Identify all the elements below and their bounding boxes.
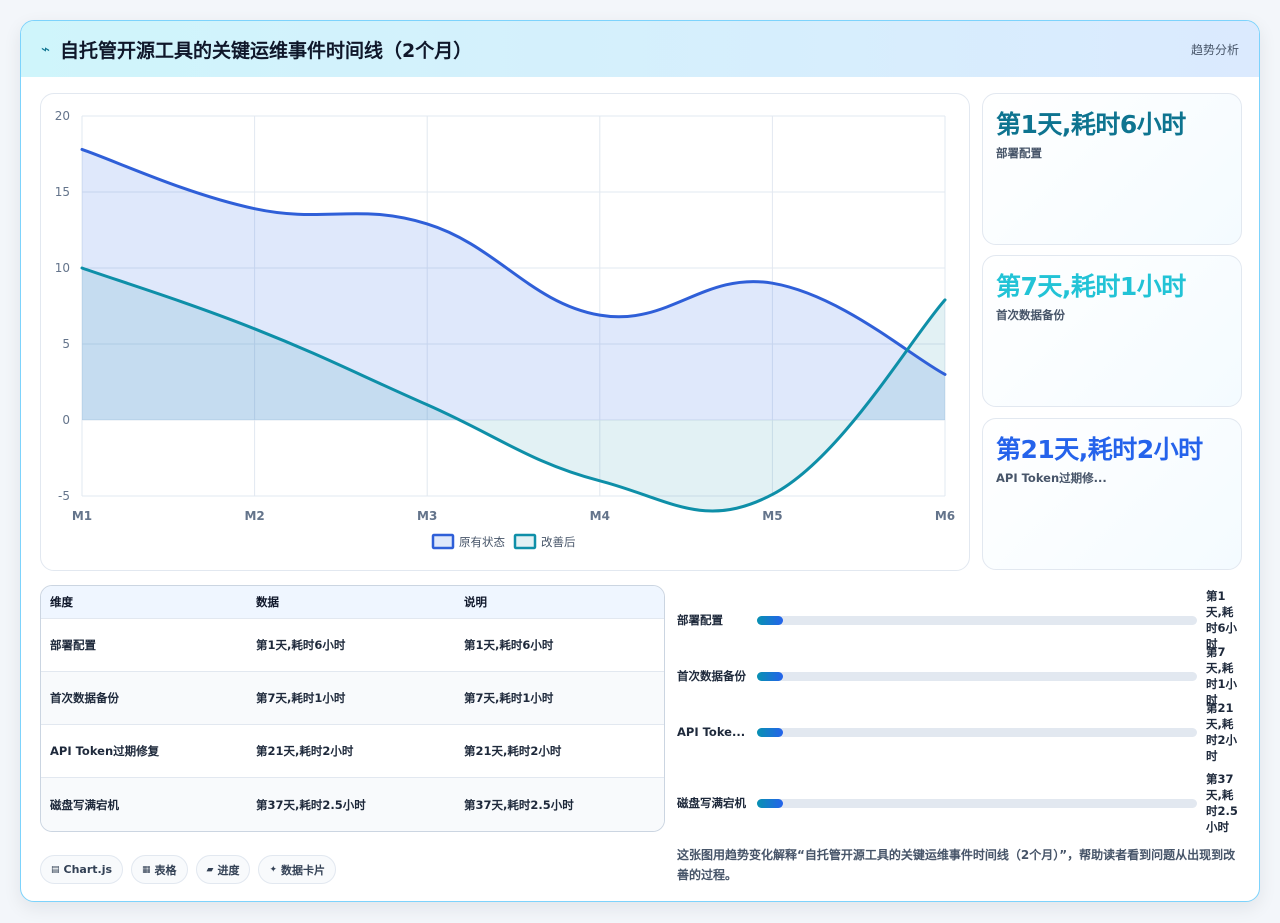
x-tick-label: M1 — [72, 509, 92, 523]
legend-swatch — [513, 533, 537, 550]
legend-label: 原有状态 — [459, 535, 505, 549]
sparkle-icon: ✦ — [269, 864, 278, 875]
progress-row: 首次数据备份 第7天,耗时1小时 — [677, 644, 1243, 708]
progress-row: API Toke... 第21天,耗时2小时 — [677, 700, 1243, 764]
x-tick-label: M3 — [417, 509, 437, 523]
legend-swatch — [431, 533, 455, 550]
table-cell: 第1天,耗时6小时 — [464, 638, 554, 652]
progress-track — [757, 798, 1197, 808]
table-row: 首次数据备份 第7天,耗时1小时 第7天,耗时1小时 — [41, 672, 664, 725]
progress-value: 第7天,耗时1小时 — [1206, 645, 1238, 707]
tag-table[interactable]: ▦ 表格 — [131, 855, 188, 884]
progress-label: 磁盘写满宕机 — [677, 796, 746, 810]
table-cell: 第21天,耗时2小时 — [464, 744, 562, 758]
table-cell: 部署配置 — [50, 638, 96, 652]
table-row: API Token过期修复 第21天,耗时2小时 第21天,耗时2小时 — [41, 725, 664, 778]
y-tick-label: 15 — [55, 185, 70, 199]
stat-value: 第7天,耗时1小时 — [996, 272, 1186, 301]
table-row: 部署配置 第1天,耗时6小时 第1天,耗时6小时 — [41, 619, 664, 672]
header: ⌁ 自托管开源工具的关键运维事件时间线（2个月） 趋势分析 — [21, 21, 1259, 77]
stat-label: 首次数据备份 — [996, 308, 1065, 322]
tag-label: 表格 — [154, 863, 177, 877]
chart-panel: -5 0 5 10 15 20 M1 M2 M3 M4 M5 M6 原有状态 改善后 — [40, 93, 970, 571]
table-icon: ▦ — [142, 864, 151, 875]
table-header-cell: 说明 — [464, 595, 487, 609]
stat-label: 部署配置 — [996, 146, 1042, 160]
table-cell: 第7天,耗时1小时 — [464, 691, 554, 705]
legend-label: 改善后 — [541, 535, 576, 549]
trend-analysis-label: 趋势分析 — [1190, 42, 1239, 57]
area-chart: -5 0 5 10 15 20 M1 M2 M3 M4 M5 M6 原有状态 改善后 — [55, 109, 955, 550]
y-tick-label: 0 — [62, 413, 70, 427]
chart-caption: 这张图用趋势变化解释“自托管开源工具的关键运维事件时间线（2个月）”，帮助读者看… — [677, 848, 1236, 882]
stat-label: API Token过期修... — [996, 471, 1107, 485]
progress-track — [757, 727, 1197, 737]
progress-icon: ▰ — [206, 864, 214, 875]
x-tick-label: M6 — [935, 509, 955, 523]
table-cell: 第21天,耗时2小时 — [256, 744, 354, 758]
x-tick-label: M4 — [590, 509, 610, 523]
tag-label: 进度 — [217, 863, 240, 877]
y-tick-label: 20 — [55, 109, 70, 123]
stat-card-deploy: 第1天,耗时6小时 部署配置 — [982, 93, 1242, 245]
progress-value: 第37天,耗时2.5小时 — [1206, 772, 1238, 834]
table-cell: 第1天,耗时6小时 — [256, 638, 346, 652]
data-table: 维度 数据 说明 部署配置 第1天,耗时6小时 第1天,耗时6小时 首次数据备份… — [40, 585, 665, 832]
progress-fill — [757, 727, 784, 737]
progress-value: 第21天,耗时2小时 — [1206, 701, 1238, 763]
tag-data-cards[interactable]: ✦ 数据卡片 — [258, 855, 337, 884]
progress-track — [757, 615, 1197, 625]
table-cell: 第37天,耗时2.5小时 — [464, 797, 574, 812]
table-cell: 首次数据备份 — [50, 691, 119, 705]
dashboard-card: ⌁ 自托管开源工具的关键运维事件时间线（2个月） 趋势分析 -5 0 5 10 15 20… — [20, 20, 1260, 902]
page-title: 自托管开源工具的关键运维事件时间线（2个月） — [60, 39, 473, 62]
table-cell: API Token过期修复 — [50, 744, 160, 758]
progress-track — [757, 671, 1197, 681]
chart-icon: ▤ — [51, 864, 60, 875]
tag-label: 数据卡片 — [281, 863, 326, 877]
y-tick-label: 5 — [62, 337, 70, 351]
progress-fill — [757, 671, 784, 681]
table-row: 磁盘写满宕机 第37天,耗时2.5小时 第37天,耗时2.5小时 — [41, 778, 664, 831]
y-tick-label: -5 — [58, 489, 70, 503]
tag-list: ▤ Chart.js ▦ 表格 ▰ 进度 ✦ 数据卡片 — [40, 855, 337, 884]
tag-progress[interactable]: ▰ 进度 — [195, 855, 251, 884]
tag-label: Chart.js — [63, 863, 113, 876]
table-cell: 磁盘写满宕机 — [50, 797, 119, 812]
progress-value: 第1天,耗时6小时 — [1206, 589, 1238, 651]
tag-chartjs[interactable]: ▤ Chart.js — [40, 855, 124, 884]
progress-fill — [757, 798, 784, 808]
progress-row: 部署配置 第1天,耗时6小时 — [677, 588, 1243, 652]
stat-value: 第21天,耗时2小时 — [996, 435, 1203, 464]
progress-label: API Toke... — [677, 725, 746, 739]
x-tick-label: M2 — [244, 509, 264, 523]
table-header-row: 维度 数据 说明 — [41, 586, 664, 619]
table-cell: 第7天,耗时1小时 — [256, 691, 346, 705]
progress-label: 部署配置 — [677, 613, 723, 627]
progress-row: 磁盘写满宕机 第37天,耗时2.5小时 — [677, 771, 1243, 835]
x-tick-label: M5 — [762, 509, 782, 523]
stat-card-backup: 第7天,耗时1小时 首次数据备份 — [982, 255, 1242, 407]
bolt-icon: ⌁ — [41, 40, 51, 58]
table-cell: 第37天,耗时2.5小时 — [256, 797, 366, 812]
stat-card-token: 第21天,耗时2小时 API Token过期修... — [982, 418, 1242, 570]
progress-label: 首次数据备份 — [677, 669, 746, 683]
stat-value: 第1天,耗时6小时 — [996, 110, 1186, 139]
table-header-cell: 维度 — [50, 595, 73, 609]
progress-fill — [757, 615, 784, 625]
table-header-cell: 数据 — [256, 595, 279, 609]
y-tick-label: 10 — [55, 261, 70, 275]
